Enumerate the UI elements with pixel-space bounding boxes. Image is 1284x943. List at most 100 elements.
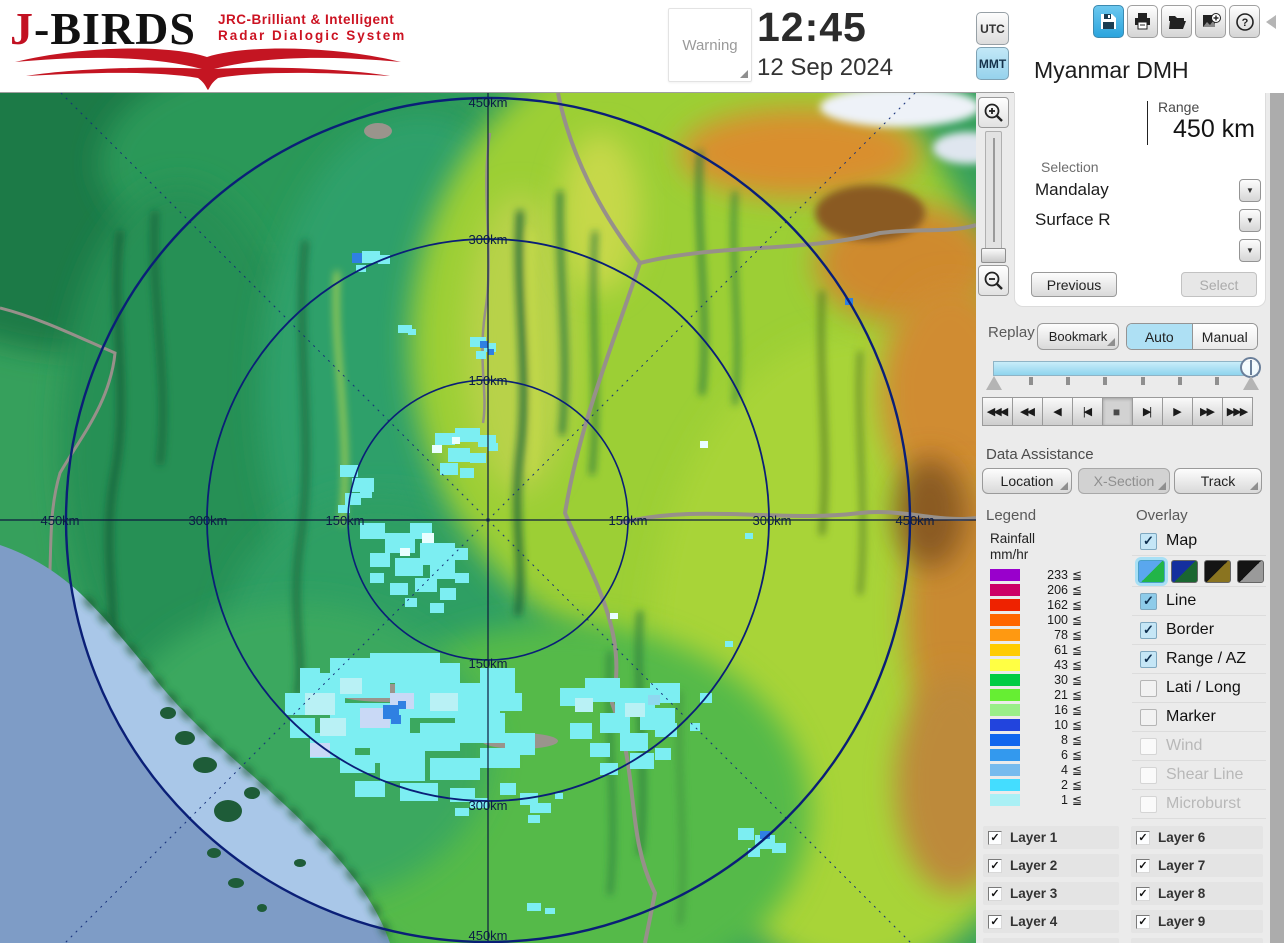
range-divider [1147, 101, 1148, 145]
dropdown-arrow-icon[interactable]: ▼ [1239, 179, 1261, 202]
forward-fast-button[interactable]: ▶▶ [1192, 397, 1223, 426]
location-button[interactable]: Location [982, 468, 1072, 494]
map-style-4[interactable] [1237, 559, 1264, 583]
layer-toggle-partial[interactable] [983, 938, 1119, 943]
checkbox-icon[interactable]: ✓ [1136, 830, 1150, 845]
zoom-out-button[interactable] [978, 265, 1009, 296]
step-forward-button[interactable]: ▶| [1132, 397, 1163, 426]
overlay-item-map[interactable]: ✓ Map [1132, 527, 1266, 556]
slider-start-marker[interactable] [986, 376, 1002, 390]
slider-tick [1066, 377, 1071, 385]
forward-fastest-button[interactable]: ▶▶▶ [1222, 397, 1253, 426]
help-button[interactable]: ? [1229, 5, 1260, 38]
zoom-in-button[interactable] [978, 97, 1009, 128]
rewind-fastest-button[interactable]: ◀◀◀ [982, 397, 1013, 426]
stop-button[interactable]: ■ [1102, 397, 1133, 426]
layer-toggle-layer-9[interactable]: ✓ Layer 9 [1131, 910, 1263, 933]
overlay-item-border[interactable]: ✓ Border [1132, 616, 1266, 645]
checkbox-icon[interactable] [1140, 766, 1157, 784]
checkbox-icon[interactable]: ✓ [988, 886, 1002, 901]
selection-dropdown-2[interactable]: Surface R ▼ [1031, 209, 1261, 234]
radar-map-display[interactable]: 450km 300km 150km 150km 300km 450km 450km 300km… [0, 93, 976, 943]
layer-toggle-partial[interactable] [1131, 938, 1263, 943]
svg-text:?: ? [1241, 17, 1248, 29]
layer-toggle-layer-6[interactable]: ✓ Layer 6 [1131, 826, 1263, 849]
previous-button[interactable]: Previous [1031, 272, 1117, 297]
legend-title: Rainfall [990, 531, 1036, 546]
checkbox-icon[interactable] [1140, 679, 1157, 697]
replay-slider-track[interactable] [993, 361, 1258, 376]
dropdown-arrow-icon[interactable]: ▼ [1239, 209, 1261, 232]
playback-controls: ◀◀◀ ◀◀ ◀ |◀ ■ ▶| ▶ ▶▶ ▶▶▶ [982, 397, 1253, 426]
auto-toggle[interactable]: Auto [1127, 324, 1193, 349]
checkbox-icon[interactable] [1140, 737, 1157, 755]
zoom-slider-handle[interactable] [981, 248, 1006, 263]
legend-entry: 206 ≦ [990, 582, 1120, 597]
lte-symbol: ≦ [1072, 672, 1083, 687]
overlay-item-shear-line[interactable]: Shear Line [1132, 761, 1266, 790]
logo-subtitle-2: Radar Dialogic System [218, 28, 407, 43]
layer-label: Layer 3 [1010, 886, 1058, 901]
layer-toggle-layer-1[interactable]: ✓ Layer 1 [983, 826, 1119, 849]
checkbox-icon[interactable]: ✓ [1136, 858, 1150, 873]
replay-slider-handle[interactable] [1240, 357, 1261, 378]
legend-value: 162 [1047, 597, 1068, 612]
play-reverse-button[interactable]: ◀ [1042, 397, 1073, 426]
map-style-3[interactable] [1204, 559, 1231, 583]
selection-dropdown-1[interactable]: Mandalay ▼ [1031, 179, 1261, 204]
overlay-item-range-az[interactable]: ✓ Range / AZ [1132, 645, 1266, 674]
checkbox-icon[interactable]: ✓ [988, 830, 1002, 845]
dropdown-arrow-icon[interactable]: ▼ [1239, 239, 1261, 262]
mmt-button[interactable]: MMT [976, 47, 1009, 80]
checkbox-icon[interactable]: ✓ [988, 858, 1002, 873]
layer-toggle-layer-7[interactable]: ✓ Layer 7 [1131, 854, 1263, 877]
map-style-2[interactable] [1171, 559, 1198, 583]
overlay-item-label: Map [1166, 532, 1198, 549]
open-file-button[interactable] [1161, 5, 1192, 38]
checkbox-icon[interactable]: ✓ [1140, 592, 1157, 610]
layer-toggle-layer-3[interactable]: ✓ Layer 3 [983, 882, 1119, 905]
legend-value: 43 [1054, 657, 1068, 672]
rewind-fast-button[interactable]: ◀◀ [1012, 397, 1043, 426]
x-section-button[interactable]: X-Section [1078, 468, 1170, 494]
play-button[interactable]: ▶ [1162, 397, 1193, 426]
map-style-1[interactable] [1138, 559, 1165, 583]
overlay-item-marker[interactable]: Marker [1132, 703, 1266, 732]
panel-scrollbar[interactable] [1270, 93, 1284, 943]
utc-button[interactable]: UTC [976, 12, 1009, 45]
zoom-slider-track[interactable] [985, 131, 1002, 262]
checkbox-icon[interactable] [1140, 708, 1157, 726]
overlay-item-label: Shear Line [1166, 766, 1244, 783]
checkbox-icon[interactable]: ✓ [1140, 532, 1157, 550]
selection-dropdown-3[interactable]: ▼ [1031, 239, 1261, 264]
save-button[interactable] [1093, 5, 1124, 38]
legend-value: 21 [1054, 687, 1068, 702]
checkbox-icon[interactable]: ✓ [1140, 650, 1157, 668]
overlay-item-line[interactable]: ✓ Line [1132, 587, 1266, 616]
overlay-item-lati-long[interactable]: Lati / Long [1132, 674, 1266, 703]
checkbox-icon[interactable]: ✓ [988, 914, 1002, 929]
warning-button[interactable]: Warning [668, 8, 752, 82]
bookmark-button[interactable]: Bookmark [1037, 323, 1119, 350]
overlay-item-wind[interactable]: Wind [1132, 732, 1266, 761]
overlay-item-microburst[interactable]: Microburst [1132, 790, 1266, 819]
export-image-button[interactable] [1195, 5, 1226, 38]
track-button[interactable]: Track [1174, 468, 1262, 494]
print-button[interactable] [1127, 5, 1158, 38]
layer-toggle-layer-4[interactable]: ✓ Layer 4 [983, 910, 1119, 933]
checkbox-icon[interactable]: ✓ [1136, 914, 1150, 929]
manual-toggle[interactable]: Manual [1192, 324, 1257, 349]
select-button[interactable]: Select [1181, 272, 1257, 297]
checkbox-icon[interactable]: ✓ [1140, 621, 1157, 639]
overlay-heading: Overlay [1136, 507, 1188, 524]
layer-toggle-layer-8[interactable]: ✓ Layer 8 [1131, 882, 1263, 905]
slider-end-marker[interactable] [1243, 376, 1259, 390]
panel-collapse-arrow-icon[interactable] [1266, 15, 1276, 29]
checkbox-icon[interactable] [1140, 795, 1157, 813]
checkbox-icon[interactable]: ✓ [1136, 886, 1150, 901]
eagle-icon [15, 48, 401, 90]
layer-toggle-layer-2[interactable]: ✓ Layer 2 [983, 854, 1119, 877]
legend-color-swatch [990, 703, 1020, 716]
layer-label: Layer 2 [1010, 858, 1058, 873]
step-backward-button[interactable]: |◀ [1072, 397, 1103, 426]
